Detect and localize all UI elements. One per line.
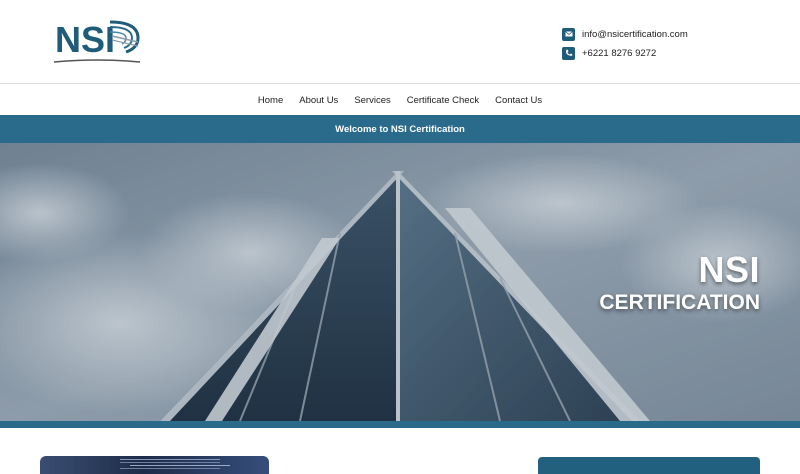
email-row[interactable]: info@nsicertification.com: [560, 25, 760, 43]
welcome-bar: Welcome to NSI Certification: [0, 115, 800, 143]
phone-row[interactable]: +6221 8276 9272: [560, 44, 760, 62]
sidebar-panel: [538, 457, 760, 474]
phone-text[interactable]: +6221 8276 9272: [582, 48, 656, 59]
email-text[interactable]: info@nsicertification.com: [582, 29, 688, 40]
contact-info: info@nsicertification.com +6221 8276 927…: [560, 25, 760, 63]
main-nav: Home About Us Services Certificate Check…: [0, 85, 800, 115]
logo-graphic: NSI: [53, 19, 141, 63]
code-screen-graphic: [120, 459, 220, 460]
nav-certificate-check[interactable]: Certificate Check: [407, 95, 479, 106]
hero-subtitle: CERTIFICATION: [599, 291, 760, 314]
nav-home[interactable]: Home: [258, 95, 283, 106]
nav-services[interactable]: Services: [354, 95, 390, 106]
hero-building-image: [0, 143, 800, 421]
nav-contact-us[interactable]: Contact Us: [495, 95, 542, 106]
envelope-icon: [562, 27, 575, 41]
nav-about-us[interactable]: About Us: [299, 95, 338, 106]
hero-divider: [0, 421, 800, 428]
about-image: [40, 456, 269, 474]
site-header: NSI info@nsicertification.com +6221 8276…: [0, 0, 800, 84]
hero-banner: NSI CERTIFICATION: [0, 143, 800, 421]
welcome-text: Welcome to NSI Certification: [335, 123, 465, 135]
svg-text:NSI: NSI: [55, 19, 115, 60]
nsi-logo[interactable]: NSI: [52, 14, 144, 66]
hero-title: NSI: [698, 249, 760, 290]
phone-icon: [562, 46, 575, 60]
